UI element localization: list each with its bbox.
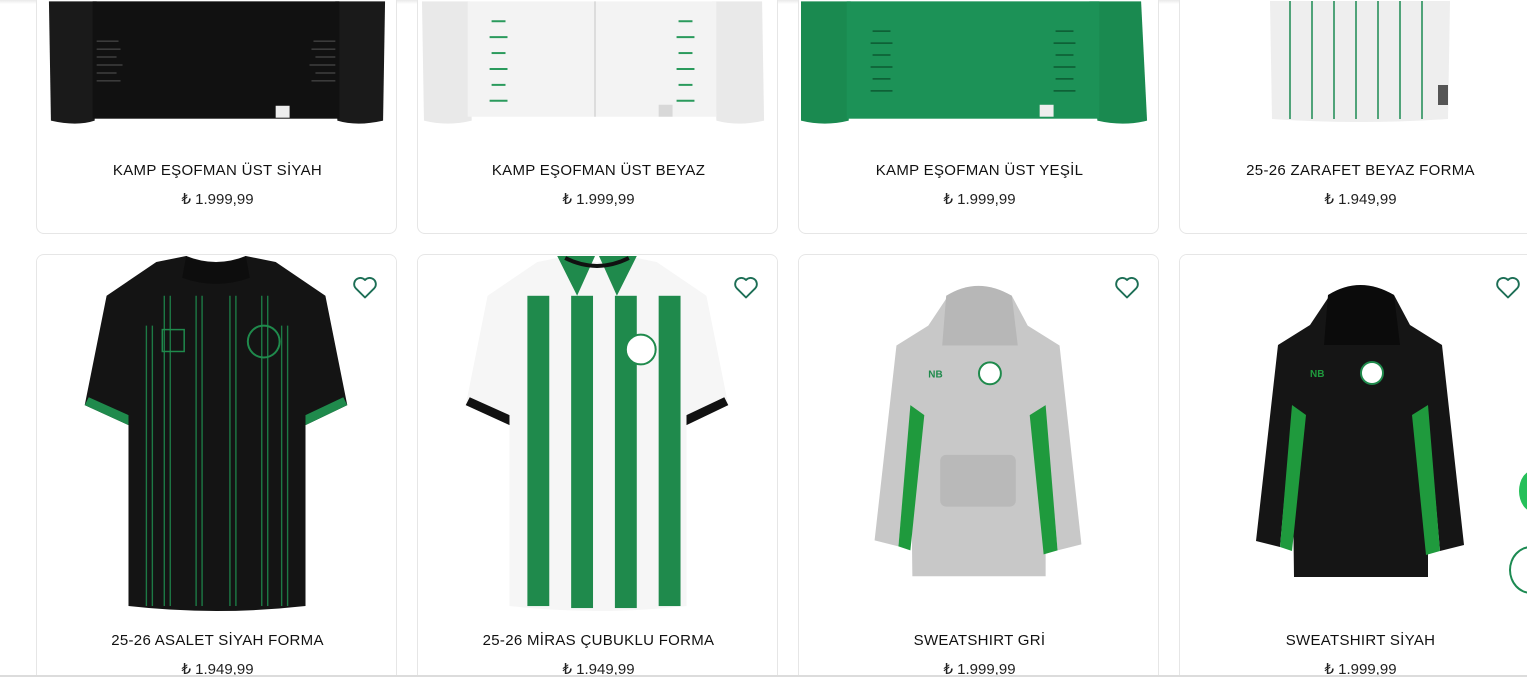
product-image[interactable] xyxy=(37,255,396,620)
product-image[interactable] xyxy=(799,1,1158,127)
svg-text:NB: NB xyxy=(1310,369,1324,380)
heart-outline-icon[interactable] xyxy=(732,273,760,301)
product-card[interactable]: 25-26 MİRAS ÇUBUKLU FORMA ₺ 1.949,99 xyxy=(417,254,778,677)
product-name[interactable]: SWEATSHIRT GRİ xyxy=(799,632,1158,649)
heart-outline-icon[interactable] xyxy=(351,273,379,301)
product-image[interactable] xyxy=(418,255,777,620)
product-price: ₺ 1.999,99 xyxy=(943,191,1016,208)
product-image[interactable] xyxy=(1180,1,1527,127)
product-name[interactable]: KAMP EŞOFMAN ÜST SİYAH xyxy=(37,162,396,179)
product-card[interactable]: 25-26 ASALET SİYAH FORMA ₺ 1.949,99 xyxy=(36,254,397,677)
product-card[interactable]: KAMP EŞOFMAN ÜST BEYAZ ₺ 1.999,99 xyxy=(417,0,778,234)
product-card[interactable]: NB SWEATSHIRT SİYAH ₺ 1.999,99 xyxy=(1179,254,1527,677)
product-card[interactable]: NB SWEATSHIRT GRİ ₺ 1.999,99 xyxy=(798,254,1159,677)
product-image[interactable] xyxy=(418,1,777,127)
product-name[interactable]: KAMP EŞOFMAN ÜST YEŞİL xyxy=(799,162,1158,179)
product-price: ₺ 1.999,99 xyxy=(562,191,635,208)
product-price: ₺ 1.949,99 xyxy=(1324,191,1397,208)
product-image[interactable]: NB xyxy=(799,255,1158,620)
product-name[interactable]: SWEATSHIRT SİYAH xyxy=(1180,632,1527,649)
svg-text:NB: NB xyxy=(928,369,942,380)
product-image[interactable]: NB xyxy=(1180,255,1527,620)
heart-outline-icon[interactable] xyxy=(1113,273,1141,301)
product-name[interactable]: 25-26 MİRAS ÇUBUKLU FORMA xyxy=(418,632,777,649)
product-name[interactable]: 25-26 ASALET SİYAH FORMA xyxy=(37,632,396,649)
heart-outline-icon[interactable] xyxy=(1494,273,1522,301)
product-card[interactable]: 25-26 ZARAFET BEYAZ FORMA ₺ 1.949,99 xyxy=(1179,0,1527,234)
product-price: ₺ 1.999,99 xyxy=(181,191,254,208)
product-name[interactable]: KAMP EŞOFMAN ÜST BEYAZ xyxy=(418,162,777,179)
product-name[interactable]: 25-26 ZARAFET BEYAZ FORMA xyxy=(1180,162,1527,179)
product-image[interactable] xyxy=(37,1,396,127)
product-card[interactable]: KAMP EŞOFMAN ÜST YEŞİL ₺ 1.999,99 xyxy=(798,0,1159,234)
product-card[interactable]: KAMP EŞOFMAN ÜST SİYAH ₺ 1.999,99 xyxy=(36,0,397,234)
